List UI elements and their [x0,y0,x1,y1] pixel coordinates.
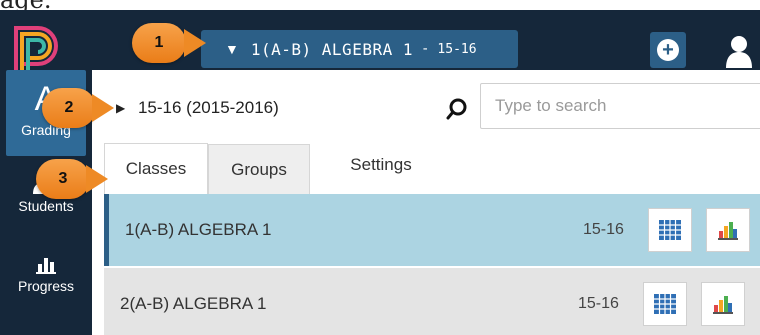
callout-pointer [184,29,206,57]
tab-settings[interactable]: Settings [326,140,436,190]
class-selector-separator: - [420,41,430,57]
sidebar-item-label: Students [18,198,74,214]
class-list: 1(A-B) ALGEBRA 1 15-16 2(A-B) ALGEBRA 1 [104,194,760,335]
callout-number: 3 [36,159,90,199]
year-toggle[interactable]: ▶ 15-16 (2015-2016) [116,98,279,118]
callout-number: 1 [132,23,186,63]
callout-3: 3 [36,159,110,199]
sidebar-item-label: Progress [17,278,75,294]
colored-bar-chart-icon [713,296,733,314]
callout-2: 2 [42,88,114,128]
top-bar: ▼ 1(A-B) ALGEBRA 1 - 15-16 + [0,10,760,74]
class-selector-year: 15-16 [437,41,477,57]
gradebook-button[interactable] [648,208,692,252]
class-name: 1(A-B) ALGEBRA 1 [125,220,272,239]
class-selector-name: 1(A-B) ALGEBRA 1 [250,39,413,59]
tab-groups[interactable]: Groups [208,144,310,195]
tab-bar: Classes Groups Settings [92,140,760,195]
progress-chart-button[interactable] [701,282,745,326]
tab-classes[interactable]: Classes [104,143,208,194]
gradebook-button[interactable] [643,282,687,326]
class-name: 2(A-B) ALGEBRA 1 [120,294,267,313]
user-profile-icon[interactable] [724,34,754,68]
grid-icon [654,294,676,314]
search-icon[interactable] [446,98,468,120]
search-input[interactable] [480,83,760,129]
year-row: ▶ 15-16 (2015-2016) [92,70,760,140]
class-row[interactable]: 1(A-B) ALGEBRA 1 15-16 [104,194,760,266]
caption-text: age. [0,0,52,14]
bar-chart-icon [36,258,56,274]
class-row[interactable]: 2(A-B) ALGEBRA 1 15-16 [104,268,760,335]
plus-icon: + [657,39,679,61]
class-year: 15-16 [583,221,624,238]
add-button[interactable]: + [650,32,686,68]
callout-pointer [92,94,114,122]
class-selector-dropdown[interactable]: ▼ 1(A-B) ALGEBRA 1 - 15-16 [201,30,518,68]
callout-pointer [86,165,108,193]
callout-1: 1 [132,23,212,63]
grid-icon [659,220,681,240]
progress-chart-button[interactable] [706,208,750,252]
year-label: 15-16 (2015-2016) [137,98,279,117]
expand-triangle-icon: ▶ [116,101,126,115]
colored-bar-chart-icon [718,222,738,240]
callout-number: 2 [42,88,96,128]
class-year: 15-16 [578,295,619,312]
sidebar-item-progress[interactable]: Progress [6,254,86,314]
dropdown-triangle-icon: ▼ [225,41,239,57]
